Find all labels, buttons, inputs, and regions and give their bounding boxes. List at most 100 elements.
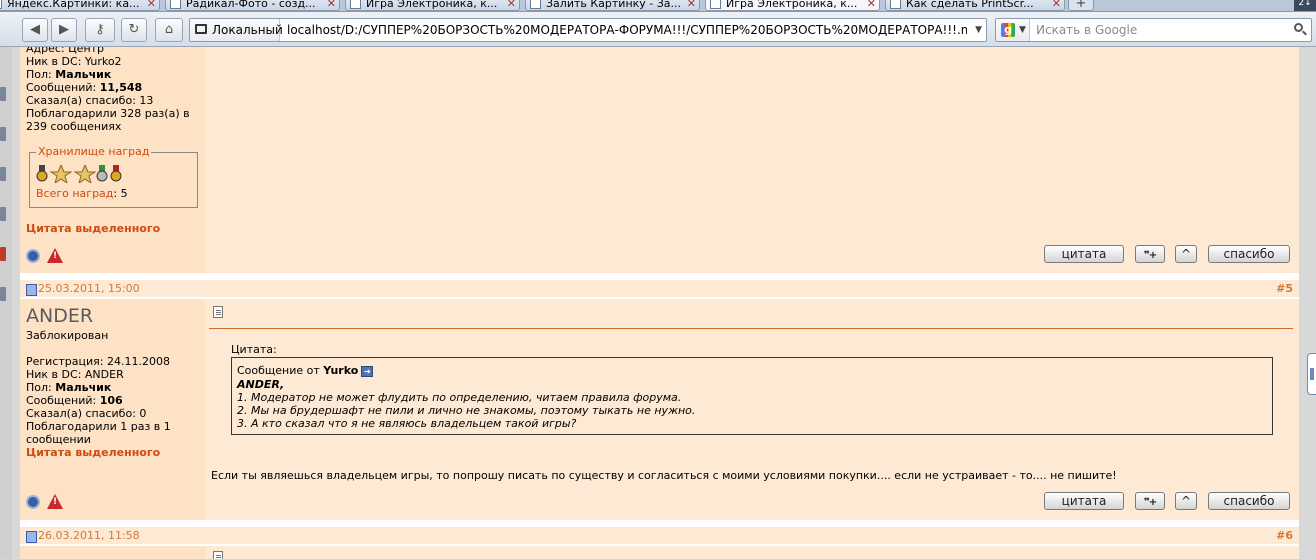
navigation-toolbar: ◀ ▶ ⚷ ↻ ⌂ Локальный localhost/D:/СУППЕР%… — [0, 12, 1316, 47]
post-6-header: 26.03.2011, 11:58 #6 — [20, 527, 1299, 545]
post-5-header: 25.03.2011, 15:00 #5 — [20, 280, 1299, 298]
key-button[interactable]: ⚷ — [85, 18, 115, 42]
caret-up-icon: ^ — [1180, 494, 1192, 508]
tab-label: Как сделать PrintScr... — [906, 0, 1034, 10]
reload-button[interactable]: ↻ — [121, 18, 147, 42]
gender-value: Мальчик — [55, 68, 112, 81]
quote-button[interactable]: цитата — [1044, 245, 1124, 263]
medal-icon[interactable] — [110, 165, 122, 183]
page-favicon-icon — [0, 0, 2, 9]
quote-header: Сообщение от Yurko ➜ — [237, 364, 374, 377]
left-sidebar-strip — [0, 47, 12, 559]
quote-button[interactable]: цитата — [1044, 492, 1124, 510]
close-tab-icon[interactable]: ✕ — [1052, 0, 1061, 10]
tab-yandex-images[interactable]: Яндекс.Картинки: ка... ✕ — [0, 0, 160, 11]
user-messages: Сообщений: 106 — [26, 394, 123, 407]
post-6 — [20, 546, 1299, 559]
chevron-down-icon: ▼ — [1019, 25, 1026, 35]
post-number-link[interactable]: #6 — [1276, 529, 1293, 543]
medal-icon[interactable] — [36, 165, 48, 183]
site-identity-button[interactable]: Локальный — [190, 19, 283, 41]
post-icon — [213, 306, 223, 318]
back-button[interactable]: ◀ — [22, 18, 48, 42]
thanks-button[interactable]: спасибо — [1208, 492, 1290, 510]
caret-up-icon: ^ — [1180, 247, 1192, 261]
sidebar-icon[interactable] — [0, 167, 6, 181]
tab-label: Игра Электроника, к... — [366, 0, 498, 10]
page-favicon-icon — [710, 0, 721, 9]
medal-icon[interactable] — [96, 165, 108, 183]
star-award-icon[interactable] — [50, 165, 72, 183]
thanks-button[interactable]: спасибо — [1208, 245, 1290, 263]
sidebar-toggle-tab[interactable] — [1307, 353, 1316, 395]
url-dropdown-icon[interactable]: ▼ — [975, 19, 982, 41]
user-address: Адрес: Центр — [26, 47, 105, 55]
tab-list-button[interactable]: 2↓ — [1294, 0, 1316, 11]
messages-label: Сообщений: — [26, 81, 100, 94]
tab-upload-picture[interactable]: Залить Картинку - За... ✕ — [525, 0, 700, 11]
reload-icon: ↻ — [128, 22, 140, 37]
back-arrow-icon: ◀ — [30, 22, 40, 37]
post-4: Адрес: Центр Ник в DC: Yurko2 Пол: Мальч… — [20, 47, 1299, 273]
scroll-up-button[interactable]: ^ — [1175, 245, 1197, 263]
search-input[interactable]: Искать в Google — [1036, 19, 1137, 41]
gender-value: Мальчик — [55, 381, 112, 394]
close-tab-icon[interactable]: ✕ — [147, 0, 156, 10]
tab-radikal[interactable]: Радикал-Фото - созд... ✕ — [165, 0, 340, 11]
new-tab-button[interactable]: + — [1068, 0, 1094, 11]
post-message: Если ты являешься владельцем игры, то по… — [211, 469, 1117, 482]
close-tab-icon[interactable]: ✕ — [867, 0, 876, 10]
post-divider — [209, 328, 1293, 329]
sidebar-icon[interactable] — [0, 87, 6, 101]
quote-from-label: Сообщение от — [237, 364, 324, 377]
close-tab-icon[interactable]: ✕ — [687, 0, 696, 10]
report-post-icon[interactable] — [47, 248, 63, 263]
monitor-icon — [195, 24, 207, 34]
view-post-icon[interactable]: ➜ — [361, 365, 374, 377]
page-favicon-icon — [530, 0, 541, 9]
close-tab-icon[interactable]: ✕ — [327, 0, 336, 10]
multiquote-button[interactable]: ❞+ — [1135, 492, 1165, 510]
sidebar-icon[interactable] — [0, 127, 6, 141]
address-bar[interactable]: Локальный localhost/D:/СУППЕР%20БОРЗОСТЬ… — [189, 18, 987, 42]
post-icon — [213, 551, 223, 559]
page-favicon-icon — [350, 0, 361, 9]
quote-line: 3. А кто сказал что я не являюсь владель… — [237, 417, 577, 430]
post-4-body: цитата ❞+ ^ спасибо — [209, 47, 1299, 273]
star-award-icon[interactable] — [74, 165, 96, 183]
search-engine-selector[interactable]: g ▼ — [996, 19, 1030, 41]
user-status-icon[interactable] — [26, 495, 40, 509]
close-tab-icon[interactable]: ✕ — [507, 0, 516, 10]
page-favicon-icon — [890, 0, 901, 9]
sidebar-icon[interactable] — [0, 207, 6, 221]
page-favicon-icon — [170, 0, 181, 9]
user-thanked-by-cont: 239 сообщениях — [26, 120, 122, 133]
url-text[interactable]: localhost/D:/СУППЕР%20БОРЗОСТЬ%20МОДЕРАТ… — [287, 19, 967, 41]
user-status-icon[interactable] — [26, 249, 40, 263]
tab-printscreen[interactable]: Как сделать PrintScr... ✕ — [885, 0, 1065, 11]
home-button[interactable]: ⌂ — [155, 18, 183, 42]
post-number-link[interactable]: #5 — [1276, 282, 1293, 296]
report-post-icon[interactable] — [47, 494, 63, 509]
quote-selected-link[interactable]: Цитата выделенного — [26, 222, 160, 235]
quote-selected-link[interactable]: Цитата выделенного — [26, 446, 160, 459]
search-icon[interactable] — [1294, 23, 1307, 36]
multiquote-button[interactable]: ❞+ — [1135, 245, 1165, 263]
sidebar-icon[interactable] — [0, 247, 6, 261]
sidebar-icon[interactable] — [0, 287, 6, 301]
search-bar[interactable]: g ▼ Искать в Google — [995, 18, 1312, 42]
scroll-up-button[interactable]: ^ — [1175, 492, 1197, 510]
forward-button[interactable]: ▶ — [51, 18, 77, 42]
username-link[interactable]: ANDER — [26, 305, 93, 327]
multiquote-icon: ❞+ — [1143, 250, 1157, 261]
tab-game-electronika-1[interactable]: Игра Электроника, к... ✕ — [345, 0, 520, 11]
key-icon: ⚷ — [95, 22, 105, 37]
user-thanked-by: Поблагодарили 328 раз(а) в — [26, 107, 190, 120]
user-thanked: Сказал(а) спасибо: 0 — [26, 407, 147, 420]
tab-game-electronika-active[interactable]: Игра Электроника, к... ✕ — [705, 0, 880, 11]
post-date: 26.03.2011, 11:58 — [26, 529, 140, 543]
tab-label: Яндекс.Картинки: ка... — [7, 0, 140, 10]
gender-label: Пол: — [26, 381, 56, 394]
quote-line: 2. Мы на брудершафт не пили и лично не з… — [237, 404, 696, 417]
awards-total-value: : 5 — [113, 187, 128, 200]
